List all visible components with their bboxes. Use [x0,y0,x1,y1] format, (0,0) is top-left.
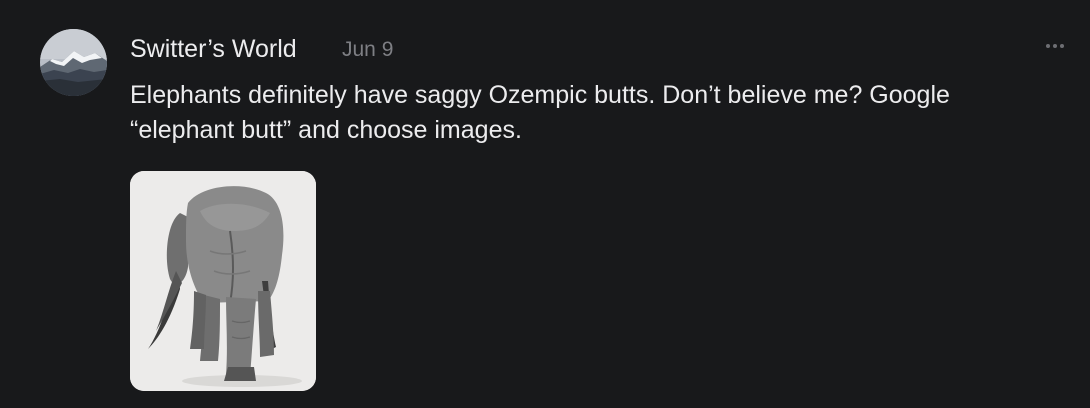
elephant-image [130,171,316,391]
mountain-landscape-icon [40,29,107,96]
dot [1053,44,1057,48]
author-name[interactable]: Switter’s World [130,35,297,64]
more-options-icon[interactable] [1038,36,1072,56]
post-text: Elephants definitely have saggy Ozempic … [130,81,950,144]
dot [1060,44,1064,48]
dot [1046,44,1050,48]
post-image[interactable] [130,171,316,391]
post-card: Switter’s World Jun 9 Elephants definite… [0,0,1090,408]
author-avatar[interactable] [40,29,107,96]
post-date[interactable]: Jun 9 [342,38,393,62]
